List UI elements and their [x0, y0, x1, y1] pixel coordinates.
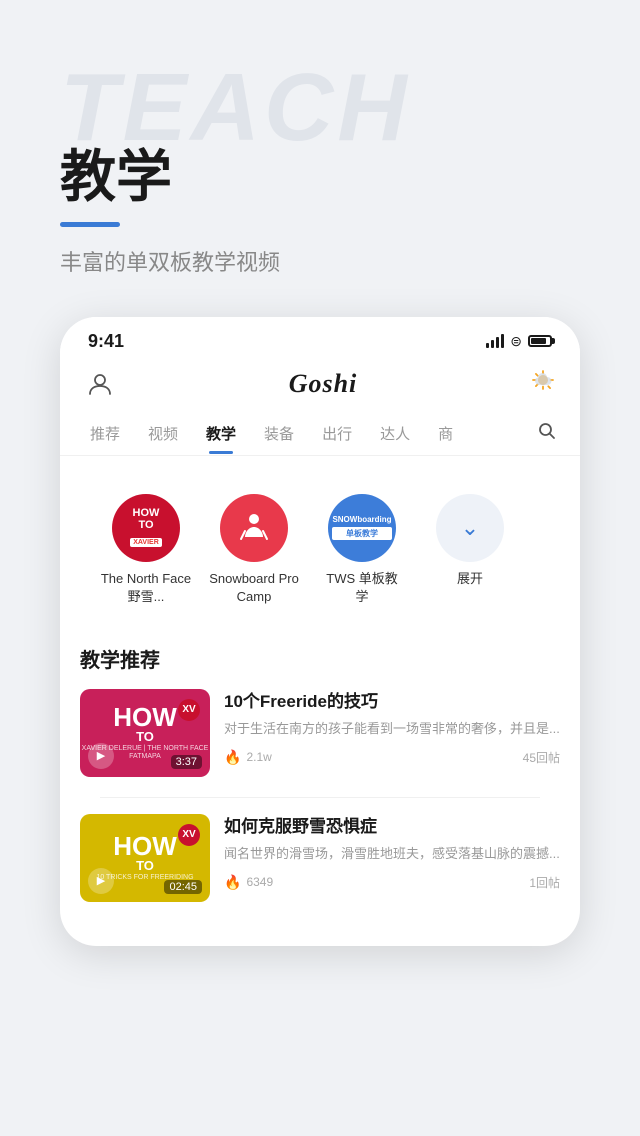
battery-icon [528, 335, 552, 347]
phone-mockup: 9:41 ⊜ Gosh [60, 317, 580, 946]
expand-label: 展开 [457, 570, 483, 588]
video-title-2: 如何克服野雪恐惧症 [224, 816, 560, 838]
nav-bar: Goshi [60, 360, 580, 412]
category-section: HOW TO XAVIER The North Face野雪... [80, 474, 560, 626]
video-title-1: 10个Freeride的技巧 [224, 691, 560, 713]
video-thumb-1: HOWTO XAVIER DELERUE | THE NORTH FACE FA… [80, 689, 210, 777]
tab-gear[interactable]: 装备 [250, 413, 308, 454]
comments-2: 1回帖 [529, 874, 560, 891]
video-desc-1: 对于生活在南方的孩子能看到一场雪非常的奢侈，并且是... [224, 719, 560, 739]
expand-icon: ⌄ [436, 494, 504, 562]
recommend-section: 教学推荐 HOWTO XAVIER DELERUE | THE NORTH FA… [60, 644, 580, 902]
category-spc[interactable]: Snowboard Pro Camp [204, 494, 304, 606]
status-icons: ⊜ [486, 333, 552, 350]
video-info-1: 10个Freeride的技巧 对于生活在南方的孩子能看到一场雪非常的奢侈，并且是… [224, 689, 560, 766]
tnf-label: The North Face野雪... [96, 570, 196, 606]
wifi-icon: ⊜ [510, 333, 522, 350]
video-card-1[interactable]: HOWTO XAVIER DELERUE | THE NORTH FACE FA… [80, 689, 560, 777]
comments-1: 45回帖 [523, 749, 560, 766]
tab-teaching[interactable]: 教学 [192, 413, 250, 454]
video-meta-1: 🔥 2.1w 45回帖 [224, 749, 560, 766]
search-icon[interactable] [530, 412, 564, 455]
fire-icon-2: 🔥 [224, 874, 241, 891]
video-card-2[interactable]: HOWTO 10 TRICKS FOR FREERIDING XV ▶ 02:4… [80, 814, 560, 902]
signal-icon [486, 334, 504, 348]
tnf-icon: HOW TO XAVIER [112, 494, 180, 562]
tws-label: TWS 单板教学 [326, 570, 398, 606]
divider-1 [100, 797, 540, 798]
spc-label: Snowboard Pro Camp [204, 570, 304, 606]
spc-icon [220, 494, 288, 562]
hero-underline [60, 222, 120, 227]
video-thumb-2: HOWTO 10 TRICKS FOR FREERIDING XV ▶ 02:4… [80, 814, 210, 902]
hero-subtitle: 丰富的单双板教学视频 [60, 245, 580, 277]
category-expand[interactable]: ⌄ 展开 [420, 494, 520, 588]
views-1: 2.1w [246, 750, 271, 764]
tab-travel[interactable]: 出行 [308, 413, 366, 454]
tab-bar: 推荐 视频 教学 装备 出行 达人 商 [60, 412, 580, 456]
section-title: 教学推荐 [80, 644, 560, 673]
views-2: 6349 [246, 875, 273, 889]
tws-icon: SNOWboarding 单板教学 [328, 494, 396, 562]
video-meta-2: 🔥 6349 1回帖 [224, 874, 560, 891]
tab-recommended[interactable]: 推荐 [76, 413, 134, 454]
avatar-icon[interactable] [84, 368, 116, 400]
phone-wrapper: 9:41 ⊜ Gosh [0, 317, 640, 976]
tab-video[interactable]: 视频 [134, 413, 192, 454]
category-tnf[interactable]: HOW TO XAVIER The North Face野雪... [96, 494, 196, 606]
video-desc-2: 闻名世界的滑雪场，滑雪胜地班夫，感受落基山脉的震撼... [224, 844, 560, 864]
tab-shop[interactable]: 商 [424, 413, 467, 454]
status-bar: 9:41 ⊜ [60, 317, 580, 360]
video-info-2: 如何克服野雪恐惧症 闻名世界的滑雪场，滑雪胜地班夫，感受落基山脉的震撼... 🔥… [224, 814, 560, 891]
hero-section: TEACH 教学 丰富的单双板教学视频 [0, 0, 640, 317]
tab-expert[interactable]: 达人 [366, 413, 424, 454]
weather-icon[interactable] [530, 368, 556, 400]
hero-bg-text: TEACH [60, 60, 580, 156]
app-logo: Goshi [289, 369, 358, 399]
category-items: HOW TO XAVIER The North Face野雪... [96, 494, 544, 606]
status-time: 9:41 [88, 331, 124, 352]
category-tws[interactable]: SNOWboarding 单板教学 TWS 单板教学 [312, 494, 412, 606]
fire-icon-1: 🔥 [224, 749, 241, 766]
